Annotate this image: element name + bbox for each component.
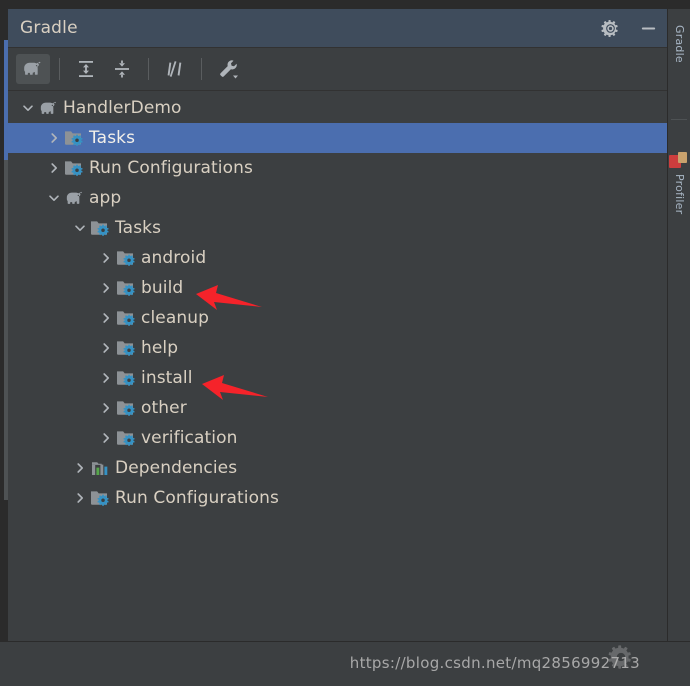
strip-separator xyxy=(671,119,687,120)
tree-row-label: build xyxy=(141,278,183,298)
task-folder-icon xyxy=(116,278,138,298)
watermark-url: https://blog.csdn.net/mq2856992713 xyxy=(0,654,668,672)
gradle-elephant-icon xyxy=(38,98,60,118)
tree-row-label: install xyxy=(141,368,193,388)
status-bar: https://blog.csdn.net/mq2856992713 xyxy=(0,641,690,686)
task-folder-icon xyxy=(116,338,138,358)
expand-all-button[interactable] xyxy=(69,54,103,84)
toolbar-separator-3 xyxy=(201,58,202,80)
tree-row-label: app xyxy=(89,188,121,208)
tree-row[interactable]: app xyxy=(8,183,668,213)
strip-tab-gradle[interactable]: Gradle xyxy=(668,25,690,63)
right-tool-window-strip[interactable]: Gradle Profiler xyxy=(667,9,690,685)
tree-row[interactable]: help xyxy=(8,333,668,363)
task-folder-icon xyxy=(116,428,138,448)
gradle-tool-window: Gradle xyxy=(8,9,669,641)
tree-row-label: Tasks xyxy=(89,128,135,148)
toggle-offline-mode-button[interactable] xyxy=(158,54,192,84)
tree-row-label: HandlerDemo xyxy=(63,98,182,118)
tree-row-label: cleanup xyxy=(141,308,209,328)
collapse-all-icon xyxy=(111,59,133,79)
tree-row[interactable]: Run Configurations xyxy=(8,483,668,513)
task-folder-icon xyxy=(116,368,138,388)
tree-row-label: other xyxy=(141,398,187,418)
strip-badge-amber xyxy=(678,152,687,163)
chevron-down-icon[interactable] xyxy=(44,188,64,208)
chevron-right-icon[interactable] xyxy=(96,368,116,388)
task-folder-icon xyxy=(90,488,112,508)
task-folder-icon xyxy=(64,128,86,148)
task-folder-icon xyxy=(64,158,86,178)
gradle-project-tree[interactable]: HandlerDemo Tasks Run Configurations app Tas… xyxy=(8,91,668,641)
chevron-right-icon[interactable] xyxy=(96,428,116,448)
task-folder-icon xyxy=(116,308,138,328)
chevron-right-icon[interactable] xyxy=(96,338,116,358)
tree-row[interactable]: android xyxy=(8,243,668,273)
expand-all-icon xyxy=(75,59,97,79)
tree-row-label: help xyxy=(141,338,178,358)
chevron-down-icon[interactable] xyxy=(18,98,38,118)
task-folder-icon xyxy=(116,248,138,268)
tree-row-label: verification xyxy=(141,428,237,448)
tree-row-label: Run Configurations xyxy=(89,158,253,178)
gradle-toolbar xyxy=(8,48,668,91)
toolbar-separator-1 xyxy=(59,58,60,80)
chevron-right-icon[interactable] xyxy=(96,248,116,268)
tree-row-label: Dependencies xyxy=(115,458,237,478)
chevron-right-icon[interactable] xyxy=(70,458,90,478)
tree-row[interactable]: Tasks xyxy=(8,123,668,153)
elephant-icon xyxy=(22,60,44,78)
tree-row[interactable]: build xyxy=(8,273,668,303)
chevron-right-icon[interactable] xyxy=(96,278,116,298)
tree-row[interactable]: HandlerDemo xyxy=(8,93,668,123)
toggle-offline-icon xyxy=(164,59,186,79)
task-folder-icon xyxy=(116,398,138,418)
page-title: Gradle xyxy=(20,18,78,38)
gradle-elephant-icon xyxy=(64,188,86,208)
chevron-down-icon[interactable] xyxy=(70,218,90,238)
task-folder-icon xyxy=(90,218,112,238)
chevron-right-icon[interactable] xyxy=(70,488,90,508)
tree-row-label: android xyxy=(141,248,206,268)
header-actions xyxy=(600,18,658,38)
tree-row[interactable]: verification xyxy=(8,423,668,453)
tool-window-header: Gradle xyxy=(8,9,668,48)
chevron-right-icon[interactable] xyxy=(96,398,116,418)
chevron-right-icon[interactable] xyxy=(96,308,116,328)
wrench-dropdown-icon xyxy=(216,58,240,80)
editor-backdrop-top xyxy=(0,0,690,9)
dependencies-icon xyxy=(90,458,112,478)
tree-row[interactable]: other xyxy=(8,393,668,423)
tree-row[interactable]: Dependencies xyxy=(8,453,668,483)
gear-icon[interactable] xyxy=(600,18,620,38)
toolbar-separator-2 xyxy=(148,58,149,80)
gradle-tool-window-screenshot: Gradle xyxy=(0,0,690,685)
tree-row[interactable]: Tasks xyxy=(8,213,668,243)
chevron-right-icon[interactable] xyxy=(44,158,64,178)
tree-row[interactable]: install xyxy=(8,363,668,393)
execute-gradle-task-button[interactable] xyxy=(16,54,50,84)
build-tool-settings-button[interactable] xyxy=(211,54,245,84)
chevron-right-icon[interactable] xyxy=(44,128,64,148)
tree-row-label: Run Configurations xyxy=(115,488,279,508)
minimize-icon[interactable] xyxy=(638,18,658,38)
collapse-all-button[interactable] xyxy=(105,54,139,84)
strip-tab-profiler[interactable]: Profiler xyxy=(668,174,690,214)
watermark-gear-icon xyxy=(608,644,634,674)
tree-row[interactable]: Run Configurations xyxy=(8,153,668,183)
tree-row[interactable]: cleanup xyxy=(8,303,668,333)
tree-row-label: Tasks xyxy=(115,218,161,238)
